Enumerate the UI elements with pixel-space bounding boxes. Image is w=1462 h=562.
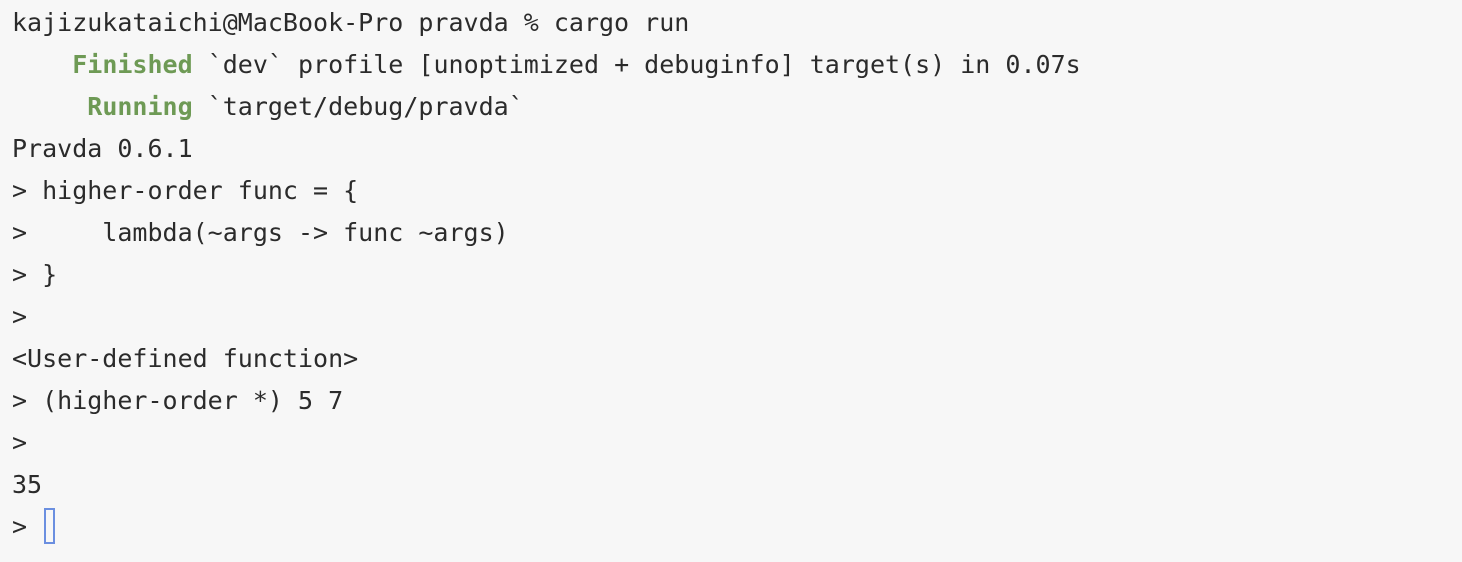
prompt-symbol: > xyxy=(12,512,43,541)
running-status: Running xyxy=(87,92,193,121)
active-prompt-line[interactable]: > xyxy=(12,506,1462,548)
finished-status: Finished xyxy=(72,50,193,79)
repl-prompt-line: > xyxy=(12,302,28,331)
repl-output-line: <User-defined function> xyxy=(12,344,359,373)
repl-input-line: > higher-order func = { xyxy=(12,176,359,205)
cargo-running-line: Running `target/debug/pravda` xyxy=(12,86,1462,128)
running-message: `target/debug/pravda` xyxy=(192,92,524,121)
repl-input-line: > lambda(~args -> func ~args) xyxy=(12,218,509,247)
finished-message: `dev` profile [unoptimized + debuginfo] … xyxy=(192,50,1081,79)
repl-input-line: > (higher-order *) 5 7 xyxy=(12,386,344,415)
terminal-window[interactable]: kajizukataichi@MacBook-Pro pravda % carg… xyxy=(0,2,1462,562)
cargo-finished-line: Finished `dev` profile [unoptimized + de… xyxy=(12,44,1462,86)
text-cursor[interactable] xyxy=(44,508,56,544)
version-banner: Pravda 0.6.1 xyxy=(12,134,193,163)
repl-prompt-line: > xyxy=(12,428,28,457)
repl-input-line: > } xyxy=(12,260,58,289)
shell-command-line: kajizukataichi@MacBook-Pro pravda % carg… xyxy=(12,8,690,37)
repl-output-line: 35 xyxy=(12,470,43,499)
